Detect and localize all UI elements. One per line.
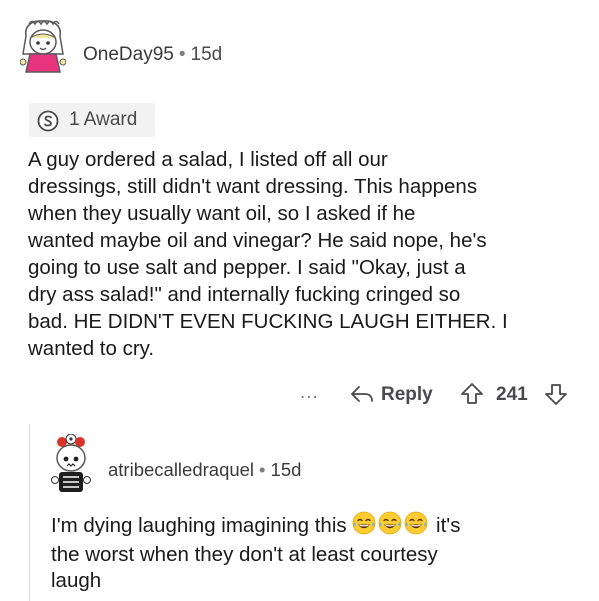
username-link[interactable]: OneDay95	[83, 44, 174, 65]
reply-meta: atribecalledraquel • 15d	[108, 459, 301, 481]
comment-line: when they usually want oil, so I asked i…	[28, 202, 416, 225]
reply-line: the worst when they don't at least court…	[51, 543, 438, 566]
more-options-button[interactable]: ...	[300, 382, 319, 404]
comment-actions: ... Reply 241	[0, 380, 599, 410]
award-badge[interactable]: 1 Award	[29, 103, 155, 137]
comment-line: going to use salt and pepper. I said "Ok…	[28, 256, 466, 279]
comment-line: bad. HE DIDN'T EVEN FUCKING LAUGH EITHER…	[28, 310, 508, 333]
reply-user-avatar[interactable]	[48, 433, 94, 498]
comment-body: A guy ordered a salad, I listed off all …	[28, 146, 588, 362]
thread-line[interactable]	[29, 424, 30, 601]
comment-age: 15d	[190, 44, 223, 65]
reply-text-segment: I'm dying laughing imagining this	[51, 514, 347, 537]
comment-line: wanted maybe oil and vinegar? He said no…	[28, 229, 487, 252]
face-with-tears-of-joy-emoji	[378, 511, 402, 542]
comment-line: dry ass salad!" and internally fucking c…	[28, 283, 461, 306]
award-count-label: 1 Award	[69, 109, 138, 130]
user-avatar[interactable]	[19, 18, 67, 80]
reply-username-link[interactable]: atribecalledraquel	[108, 459, 254, 480]
reply-age: 15d	[270, 459, 302, 480]
vote-score: 241	[496, 384, 528, 405]
upvote-arrow-icon[interactable]	[460, 382, 484, 411]
downvote-arrow-icon[interactable]	[544, 382, 568, 411]
comment-line: A guy ordered a salad, I listed off all …	[28, 148, 388, 171]
comment-line: dressings, still didn't want dressing. T…	[28, 175, 478, 198]
reply-line: laugh	[51, 569, 102, 592]
reply-body: I'm dying laughing imagining this it's t…	[51, 511, 591, 594]
comment-meta: OneDay95 • 15d	[83, 44, 222, 66]
silver-award-icon	[37, 110, 59, 137]
reply-arrow-icon[interactable]	[350, 384, 374, 409]
meta-separator: •	[259, 459, 266, 480]
meta-separator: •	[178, 44, 186, 65]
reply-line: I'm dying laughing imagining this it's	[51, 511, 591, 542]
face-with-tears-of-joy-emoji	[352, 511, 376, 542]
comment-line: wanted to cry.	[28, 337, 155, 360]
reply-button[interactable]: Reply	[381, 384, 433, 406]
reply-text-segment: it's	[436, 514, 461, 537]
face-with-tears-of-joy-emoji	[404, 511, 428, 542]
